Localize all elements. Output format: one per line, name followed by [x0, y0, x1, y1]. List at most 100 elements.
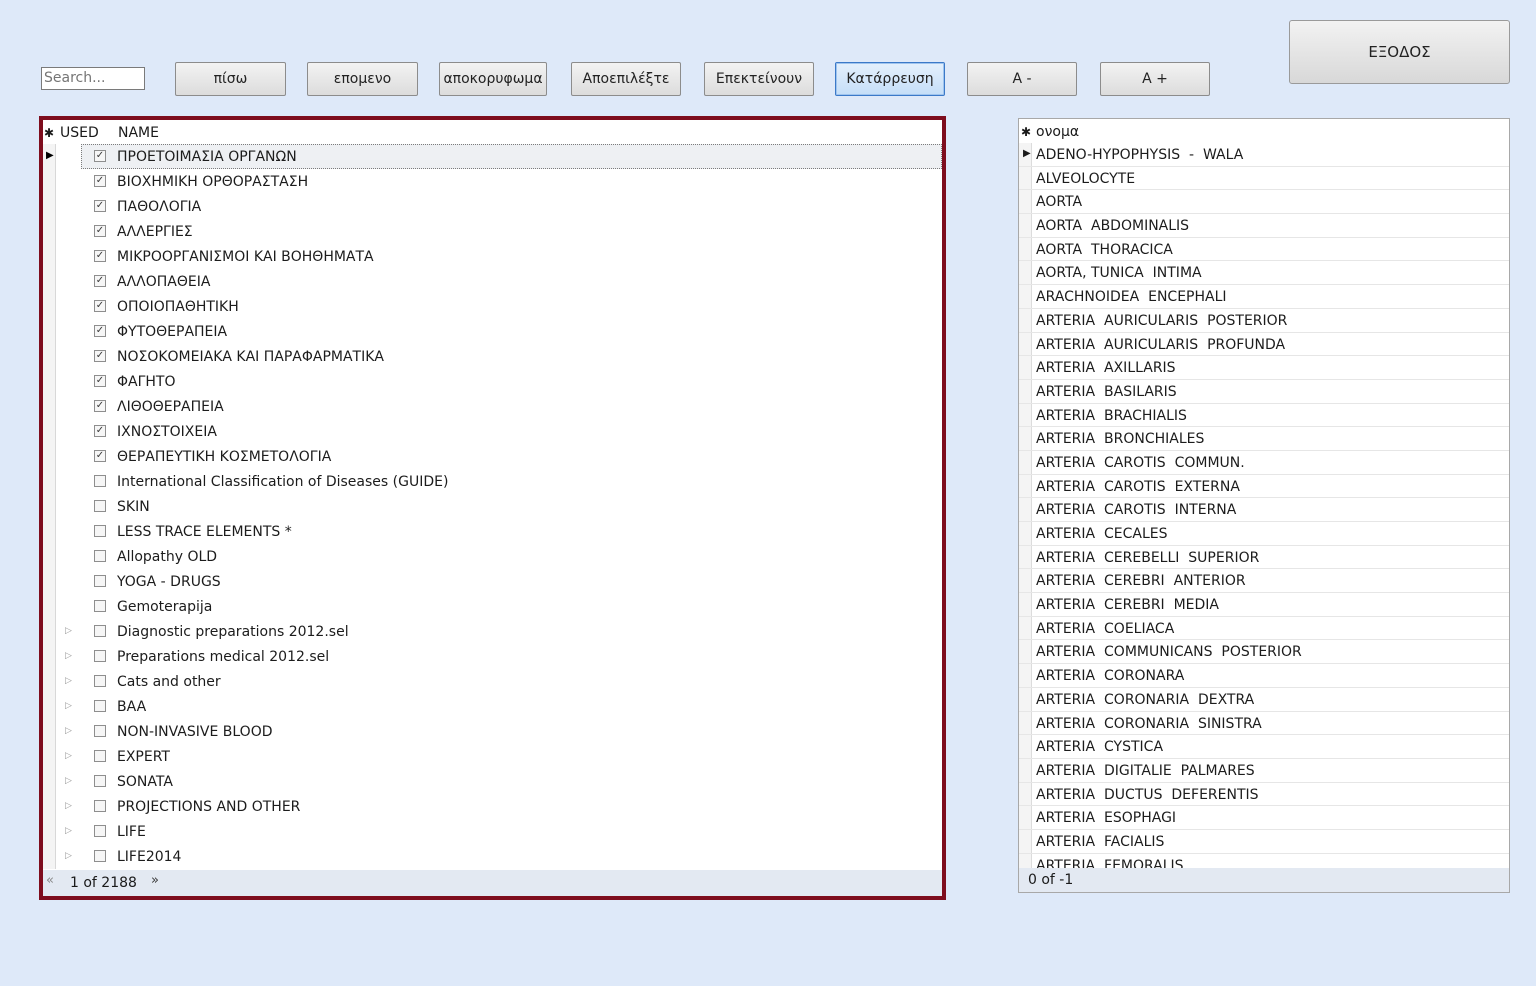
- category-row[interactable]: ✓ ΠΑΘΟΛΟΓΙΑ: [43, 194, 942, 219]
- row-selector[interactable]: [1019, 261, 1032, 285]
- last-page-icon[interactable]: »: [151, 873, 159, 888]
- row-selector[interactable]: [1019, 545, 1032, 569]
- row-selector[interactable]: [43, 194, 56, 219]
- used-checkbox[interactable]: ✓: [94, 325, 106, 337]
- expand-icon[interactable]: ▷: [65, 851, 72, 861]
- row-selector[interactable]: [1019, 427, 1032, 450]
- category-row[interactable]: ✓ ΝΟΣΟΚΟΜΕΙΑΚΑ ΚΑΙ ΠΑΡΑΦΑΡΜΑΤΙΚΑ: [43, 344, 942, 369]
- row-selector[interactable]: [43, 719, 56, 744]
- expand-icon[interactable]: ▷: [65, 826, 72, 836]
- used-checkbox[interactable]: [94, 550, 106, 562]
- category-row[interactable]: YOGA - DRUGS: [43, 569, 942, 594]
- category-row[interactable]: ✓ ΦΥΤΟΘΕΡΑΠΕΙΑ: [43, 319, 942, 344]
- category-row[interactable]: ▷ Diagnostic preparations 2012.sel: [43, 619, 942, 644]
- used-checkbox[interactable]: [94, 750, 106, 762]
- used-checkbox[interactable]: [94, 700, 106, 712]
- expand-icon[interactable]: ▷: [65, 776, 72, 786]
- item-row[interactable]: ARTERIA CORONARIA SINISTRA: [1019, 711, 1509, 736]
- used-checkbox[interactable]: [94, 675, 106, 687]
- row-selector[interactable]: [1019, 782, 1032, 806]
- category-row[interactable]: Gemoterapija: [43, 594, 942, 619]
- row-selector[interactable]: [43, 344, 56, 369]
- column-header-name[interactable]: ονομα: [1036, 124, 1079, 140]
- used-checkbox[interactable]: [94, 600, 106, 612]
- category-row[interactable]: ▷ LIFE: [43, 819, 942, 844]
- item-row[interactable]: ARTERIA CEREBELLI SUPERIOR: [1019, 545, 1509, 570]
- font-smaller-button[interactable]: A -: [967, 62, 1077, 96]
- item-row[interactable]: ARTERIA CEREBRI MEDIA: [1019, 593, 1509, 617]
- used-checkbox[interactable]: ✓: [94, 250, 106, 262]
- row-selector[interactable]: [1019, 214, 1032, 237]
- row-selector[interactable]: [1019, 474, 1032, 498]
- expand-icon[interactable]: ▷: [65, 651, 72, 661]
- row-selector[interactable]: [1019, 569, 1032, 593]
- used-checkbox[interactable]: ✓: [94, 450, 106, 462]
- row-selector[interactable]: [1019, 379, 1032, 403]
- item-row[interactable]: ARTERIA AURICULARIS POSTERIOR: [1019, 308, 1509, 333]
- used-checkbox[interactable]: ✓: [94, 275, 106, 287]
- column-header-used[interactable]: USED: [60, 125, 99, 141]
- used-checkbox[interactable]: [94, 575, 106, 587]
- row-selector[interactable]: [43, 669, 56, 694]
- used-checkbox[interactable]: [94, 775, 106, 787]
- row-selector[interactable]: [43, 244, 56, 269]
- row-selector[interactable]: [1019, 498, 1032, 521]
- category-row[interactable]: SKIN: [43, 494, 942, 519]
- expand-icon[interactable]: ▷: [65, 726, 72, 736]
- row-selector[interactable]: [43, 444, 56, 469]
- used-checkbox[interactable]: [94, 500, 106, 512]
- used-checkbox[interactable]: ✓: [94, 225, 106, 237]
- row-selector[interactable]: [1019, 403, 1032, 427]
- first-page-icon[interactable]: «: [46, 873, 54, 888]
- font-larger-button[interactable]: A +: [1100, 62, 1210, 96]
- item-row[interactable]: ARTERIA CAROTIS EXTERNA: [1019, 474, 1509, 499]
- used-checkbox[interactable]: ✓: [94, 350, 106, 362]
- used-checkbox[interactable]: [94, 475, 106, 487]
- search-input[interactable]: [41, 67, 145, 90]
- item-row[interactable]: ARTERIA CAROTIS COMMUN.: [1019, 450, 1509, 475]
- item-row[interactable]: ARTERIA CEREBRI ANTERIOR: [1019, 569, 1509, 594]
- row-selector[interactable]: [43, 844, 56, 869]
- select-all-icon[interactable]: ✱: [1021, 125, 1031, 139]
- row-selector[interactable]: [1019, 522, 1032, 545]
- row-selector[interactable]: [43, 644, 56, 669]
- category-row[interactable]: ✓ ΜΙΚΡΟΟΡΓΑΝΙΣΜΟΙ ΚΑΙ ΒΟΗΘΗΜΑΤΑ: [43, 244, 942, 269]
- row-selector[interactable]: [43, 369, 56, 394]
- item-row[interactable]: ARTERIA COMMUNICANS POSTERIOR: [1019, 640, 1509, 665]
- row-selector[interactable]: [1019, 308, 1032, 332]
- used-checkbox[interactable]: ✓: [94, 375, 106, 387]
- category-row[interactable]: ✓ ΦΑΓΗΤΟ: [43, 369, 942, 394]
- row-selector[interactable]: [43, 419, 56, 444]
- category-row[interactable]: ✓ ΒΙΟΧΗΜΙΚΗ ΟΡΘΟΡΑΣΤΑΣΗ: [43, 169, 942, 194]
- row-selector[interactable]: [1019, 332, 1032, 356]
- row-selector[interactable]: [43, 219, 56, 244]
- expand-icon[interactable]: ▷: [65, 801, 72, 811]
- row-selector[interactable]: [43, 544, 56, 569]
- row-selector[interactable]: [43, 494, 56, 519]
- item-row[interactable]: ARTERIA BRONCHIALES: [1019, 427, 1509, 451]
- item-row[interactable]: AORTA: [1019, 190, 1509, 215]
- category-row[interactable]: ▶ ✓ ΠΡΟΕΤΟΙΜΑΣΙΑ ΟΡΓΑΝΩΝ: [43, 144, 942, 169]
- row-selector[interactable]: [43, 519, 56, 544]
- row-selector[interactable]: [1019, 711, 1032, 735]
- collapse-button[interactable]: Κατάρρευση: [835, 62, 945, 96]
- row-selector[interactable]: [1019, 237, 1032, 261]
- item-row[interactable]: ARTERIA ESOPHAGI: [1019, 806, 1509, 830]
- column-header-name[interactable]: NAME: [118, 125, 159, 141]
- item-row[interactable]: AORTA ABDOMINALIS: [1019, 214, 1509, 238]
- row-selector[interactable]: [1019, 758, 1032, 782]
- row-selector[interactable]: [43, 794, 56, 819]
- used-checkbox[interactable]: [94, 725, 106, 737]
- category-row[interactable]: ✓ ΑΛΛΟΠΑΘΕΙΑ: [43, 269, 942, 294]
- category-row[interactable]: ▷ Cats and other: [43, 669, 942, 694]
- category-row[interactable]: ✓ ΙΧΝΟΣΤΟΙΧΕΙΑ: [43, 419, 942, 444]
- expand-button[interactable]: Επεκτείνουν: [704, 62, 814, 96]
- expand-icon[interactable]: ▷: [65, 701, 72, 711]
- row-selector[interactable]: [43, 394, 56, 419]
- category-row[interactable]: ▷ BAA: [43, 694, 942, 719]
- row-selector[interactable]: [1019, 285, 1032, 308]
- row-selector[interactable]: [1019, 190, 1032, 214]
- item-row[interactable]: ARTERIA DUCTUS DEFERENTIS: [1019, 782, 1509, 807]
- item-row[interactable]: AORTA, TUNICA INTIMA: [1019, 261, 1509, 286]
- row-selector[interactable]: [1019, 450, 1032, 474]
